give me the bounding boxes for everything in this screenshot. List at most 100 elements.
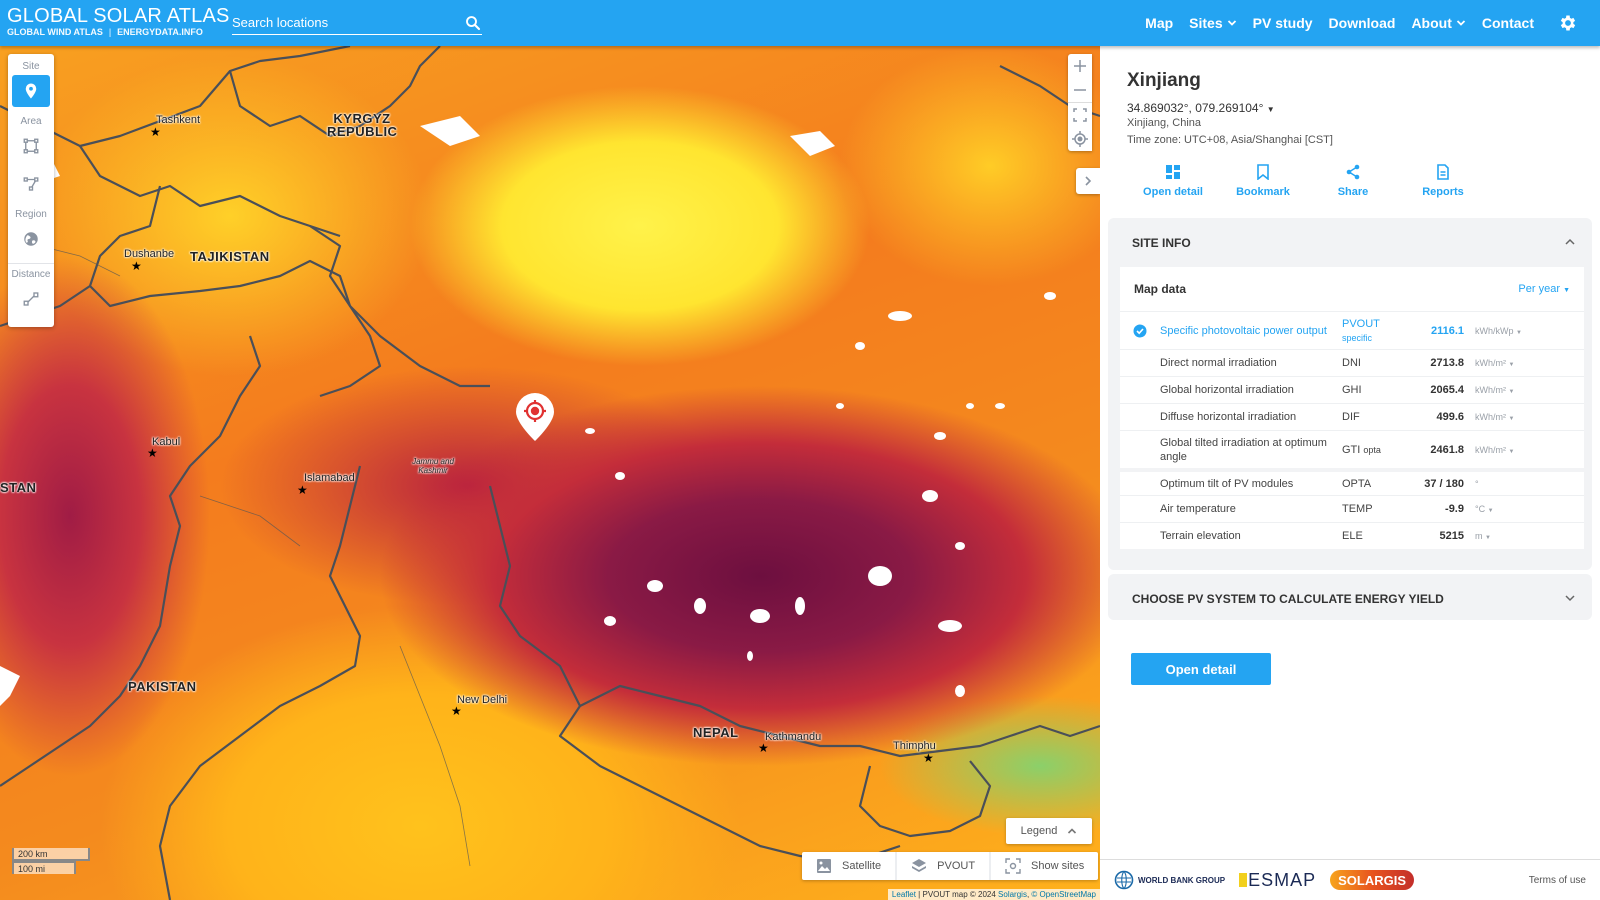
world-bank-logo[interactable]: WORLD BANK GROUP — [1114, 870, 1225, 890]
nav-sites[interactable]: Sites — [1181, 15, 1244, 31]
row-check[interactable] — [1120, 324, 1160, 338]
share-action[interactable]: Share — [1308, 164, 1398, 198]
expand-panel-button[interactable] — [1076, 168, 1100, 194]
bookmark-action[interactable]: Bookmark — [1218, 164, 1308, 198]
esmap-logo[interactable]: ESMAP — [1239, 870, 1316, 891]
check-circle-icon — [1133, 324, 1147, 337]
dashboard-icon — [1166, 165, 1180, 179]
map-data-row[interactable]: Direct normal irradiation DNI 2713.8 kWh/m²… — [1120, 349, 1584, 376]
brand-title[interactable]: GLOBAL SOLAR ATLAS — [7, 5, 230, 27]
osm-link[interactable]: © OpenStreetMap — [1031, 890, 1096, 899]
terms-of-use-link[interactable]: Terms of use — [1529, 875, 1586, 886]
reports-label: Reports — [1422, 186, 1464, 198]
unit-text: kWh/m² — [1475, 358, 1506, 368]
unit-text: kWh/m² — [1475, 412, 1506, 422]
row-name: Direct normal irradiation — [1160, 357, 1277, 369]
site-tool-button[interactable] — [12, 75, 50, 107]
map-view[interactable]: Tashkent ★ Dushanbe ★ Kabul ★ Islamabad … — [0, 46, 1100, 900]
nav-pv-study[interactable]: PV study — [1245, 15, 1321, 31]
fullscreen-icon — [1073, 108, 1087, 122]
brand: GLOBAL SOLAR ATLAS GLOBAL WIND ATLAS | E… — [7, 5, 230, 38]
fullscreen-button[interactable] — [1068, 103, 1092, 127]
map-data-row[interactable]: Specific photovoltaic power output PVOUT s… — [1120, 311, 1584, 349]
solargis-link[interactable]: Solargis — [998, 890, 1027, 899]
legend-button[interactable]: Legend — [1006, 818, 1092, 844]
row-unit[interactable]: °C ▼ — [1464, 504, 1494, 514]
city-label-new-delhi: New Delhi — [457, 694, 508, 706]
zoom-in-button[interactable] — [1068, 54, 1092, 78]
caret-down-icon: ▼ — [1508, 416, 1515, 422]
rectangle-tool-button[interactable] — [12, 130, 50, 162]
locate-me-button[interactable] — [1068, 127, 1092, 151]
scale-mi: 100 mi — [12, 861, 76, 874]
map-data-row[interactable]: Air temperature TEMP -9.9 °C ▼ — [1120, 495, 1584, 522]
abbr-text: ELE — [1342, 530, 1363, 542]
map-attribution: Leaflet | PVOUT map © 2024 Solargis, © O… — [887, 889, 1100, 900]
map-data-row[interactable]: Diffuse horizontal irradiation DIF 499.6 kW… — [1120, 403, 1584, 430]
row-name: Global tilted irradiation at optimum ang… — [1160, 436, 1327, 463]
global-wind-atlas-link[interactable]: GLOBAL WIND ATLAS — [7, 27, 103, 38]
row-unit[interactable]: m ▼ — [1464, 531, 1491, 541]
chevron-up-icon[interactable] — [1564, 236, 1576, 248]
nav-map[interactable]: Map — [1137, 15, 1181, 31]
nav-about[interactable]: About — [1403, 15, 1473, 31]
row-name: Specific photovoltaic power output — [1160, 324, 1327, 337]
map-data-row[interactable]: Global horizontal irradiation GHI 2065.4 kW… — [1120, 376, 1584, 403]
polygon-tool-button[interactable] — [12, 168, 50, 200]
row-name: Air temperature — [1160, 503, 1236, 515]
map-data-row[interactable]: Terrain elevation ELE 5215 m ▼ — [1120, 522, 1584, 549]
map-pin-icon — [25, 83, 37, 99]
row-value: 2461.8 — [1430, 443, 1464, 456]
share-label: Share — [1337, 186, 1369, 198]
image-icon — [817, 859, 831, 873]
capital-star-icon: ★ — [150, 125, 161, 139]
search-icon[interactable] — [464, 14, 482, 32]
solargis-logo[interactable]: SOLARGIS — [1330, 870, 1415, 890]
map-data-row[interactable]: Optimum tilt of PV modules OPTA 37 / 180 ° — [1120, 468, 1584, 495]
open-detail-button[interactable]: Open detail — [1131, 653, 1271, 685]
capital-star-icon: ★ — [923, 751, 934, 765]
search-box — [232, 11, 482, 35]
nav-download[interactable]: Download — [1321, 15, 1404, 31]
site-coordinates[interactable]: 34.869032°, 079.269104° ▼ — [1127, 101, 1275, 115]
row-unit[interactable]: kWh/m² ▼ — [1464, 385, 1514, 395]
region-tool-button[interactable] — [12, 223, 50, 255]
abbr-text: GTI — [1342, 443, 1361, 456]
pv-system-section[interactable]: CHOOSE PV SYSTEM TO CALCULATE ENERGY YIE… — [1108, 574, 1592, 620]
bookmark-icon — [1257, 164, 1269, 180]
row-name: Optimum tilt of PV modules — [1160, 477, 1294, 490]
row-unit[interactable]: kWh/m² ▼ — [1464, 412, 1514, 422]
nav-contact[interactable]: Contact — [1474, 15, 1542, 31]
site-place: Xinjiang, China — [1127, 117, 1201, 129]
site-marker-icon[interactable] — [515, 392, 555, 442]
leaflet-link[interactable]: Leaflet — [892, 890, 916, 899]
layer-switcher: Satellite PVOUT Show sites — [802, 852, 1099, 880]
row-unit[interactable]: ° — [1464, 479, 1479, 489]
energydata-link[interactable]: ENERGYDATA.INFO — [117, 27, 203, 38]
country-label-kyrgyz: KYRGYZ REPUBLIC — [327, 111, 398, 139]
pvout-layer-button[interactable]: PVOUT — [897, 852, 992, 880]
row-abbr: GTI opta — [1342, 443, 1402, 457]
row-value: 2065.4 — [1430, 384, 1464, 396]
map-data-rows: Specific photovoltaic power output PVOUT s… — [1120, 311, 1584, 549]
row-unit[interactable]: kWh/m² ▼ — [1464, 445, 1514, 455]
search-input[interactable] — [232, 15, 464, 30]
zoom-out-button[interactable] — [1068, 78, 1092, 102]
reports-action[interactable]: Reports — [1398, 164, 1488, 198]
map-data-row[interactable]: Global tilted irradiation at optimum ang… — [1120, 430, 1584, 468]
gear-icon[interactable] — [1558, 13, 1578, 33]
row-abbr: DIF — [1342, 410, 1402, 424]
show-sites-button[interactable]: Show sites — [991, 852, 1098, 880]
legend-label: Legend — [1020, 825, 1058, 837]
row-unit[interactable]: kWh/m² ▼ — [1464, 358, 1514, 368]
abbr-sub: specific — [1342, 332, 1373, 343]
satellite-layer-button[interactable]: Satellite — [802, 852, 898, 880]
city-label-islamabad: Islamabad — [304, 472, 355, 484]
distance-tool-button[interactable] — [12, 283, 50, 315]
nav-contact-label: Contact — [1481, 15, 1534, 31]
map-scale: 200 km 100 mi — [12, 848, 90, 874]
open-detail-action[interactable]: Open detail — [1128, 164, 1218, 198]
country-label-tajikistan: TAJIKISTAN — [190, 249, 270, 264]
row-unit[interactable]: kWh/kWp ▼ — [1464, 326, 1522, 336]
period-selector[interactable]: Per year ▼ — [1518, 283, 1570, 295]
